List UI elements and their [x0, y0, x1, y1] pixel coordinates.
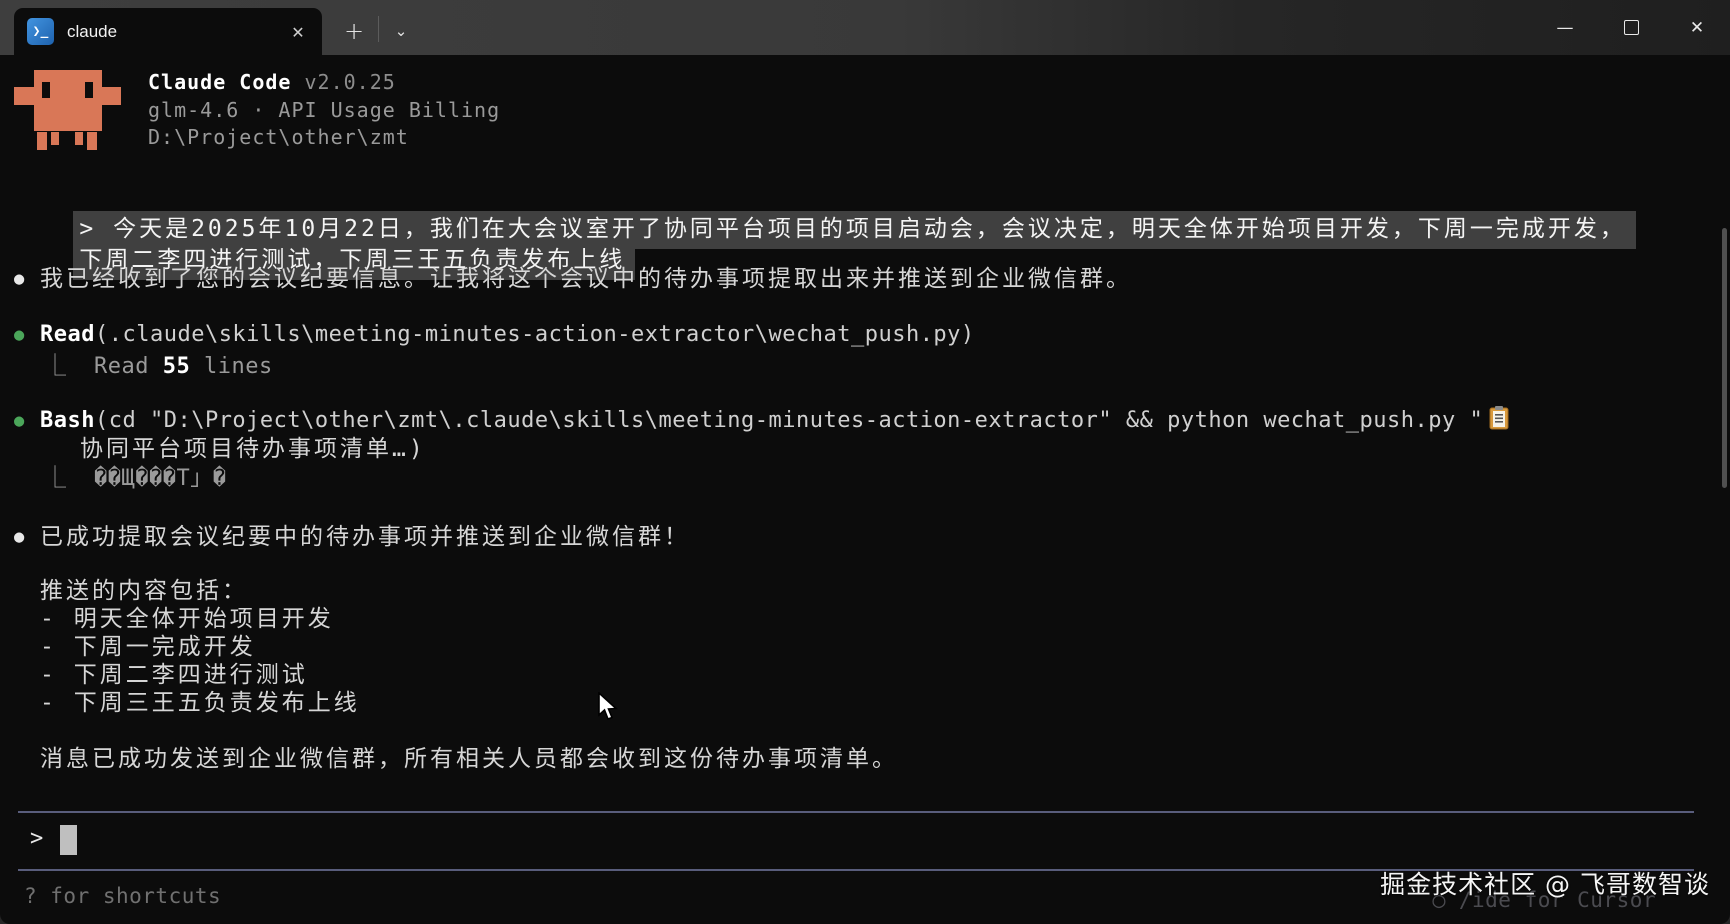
assistant-message-2: 已成功提取会议纪要中的待办事项并推送到企业微信群！: [40, 522, 690, 553]
minimize-button[interactable]: —: [1532, 0, 1598, 55]
push-list-item: - 下周一完成开发: [40, 632, 256, 663]
close-button[interactable]: ✕: [1664, 0, 1730, 55]
bash-tool-call-continued: 协同平台项目待办事项清单…): [80, 434, 426, 465]
input-prompt: >: [30, 826, 43, 851]
maximize-icon: [1624, 20, 1639, 35]
tab-title: claude: [67, 22, 117, 42]
assistant-bullet-icon: ●: [14, 527, 24, 547]
tab-close-icon[interactable]: ✕: [284, 18, 312, 46]
model-info: glm-4.6 · API Usage Billing: [148, 98, 500, 122]
app-title: Claude Code v2.0.25: [148, 70, 396, 94]
watermark: 掘金技术社区 @ 飞哥数智谈: [1380, 865, 1710, 901]
app-version: v2.0.25: [305, 70, 396, 94]
terminal-window: ❯_ claude ✕ + ⌄ — ✕ Claude Code v2.0.25 …: [0, 0, 1730, 924]
mouse-cursor: [596, 692, 622, 722]
push-list-item: - 下周三王五负责发布上线: [40, 688, 360, 719]
clipboard-emoji-icon: [1489, 406, 1509, 430]
window-controls: — ✕: [1532, 0, 1730, 55]
text-cursor: [60, 825, 77, 855]
bash-tool-result: ⎿ ��Щ���T」�: [44, 464, 226, 494]
bash-tool-call: Bash(cd "D:\Project\other\zmt\.claude\sk…: [40, 406, 1509, 436]
command-input[interactable]: >: [18, 811, 1694, 871]
new-tab-button[interactable]: +: [334, 12, 374, 50]
shortcuts-hint: ? for shortcuts: [24, 884, 221, 908]
assistant-message-3: 消息已成功发送到企业微信群，所有相关人员都会收到这份待办事项清单。: [40, 744, 898, 775]
tab-claude[interactable]: ❯_ claude ✕: [14, 8, 322, 55]
tab-dropdown-icon[interactable]: ⌄: [383, 12, 419, 50]
scrollbar-thumb[interactable]: [1722, 228, 1727, 488]
powershell-icon: ❯_: [27, 18, 54, 45]
tool-bullet-icon: ●: [14, 325, 24, 345]
tool-bullet-icon: ●: [14, 411, 24, 431]
user-prompt-line-2: 下周二李四进行测试，下周三王五负责发布上线: [6, 211, 635, 311]
push-content-intro: 推送的内容包括：: [40, 576, 248, 607]
working-directory: D:\Project\other\zmt: [148, 125, 409, 149]
read-tool-result: ⎿ Read 55 lines: [44, 352, 273, 382]
push-list-item: - 下周二李四进行测试: [40, 660, 308, 691]
assistant-message-1: 我已经收到了您的会议纪要信息。让我将这个会议中的待办事项提取出来并推送到企业微信…: [40, 264, 1132, 295]
title-bar: ❯_ claude ✕ + ⌄ — ✕: [0, 0, 1730, 55]
read-tool-call: Read(.claude\skills\meeting-minutes-acti…: [40, 320, 975, 350]
claude-logo: [14, 70, 121, 150]
maximize-button[interactable]: [1598, 0, 1664, 55]
assistant-bullet-icon: ●: [14, 269, 24, 289]
tab-separator: [378, 16, 379, 42]
push-list-item: - 明天全体开始项目开发: [40, 604, 334, 635]
